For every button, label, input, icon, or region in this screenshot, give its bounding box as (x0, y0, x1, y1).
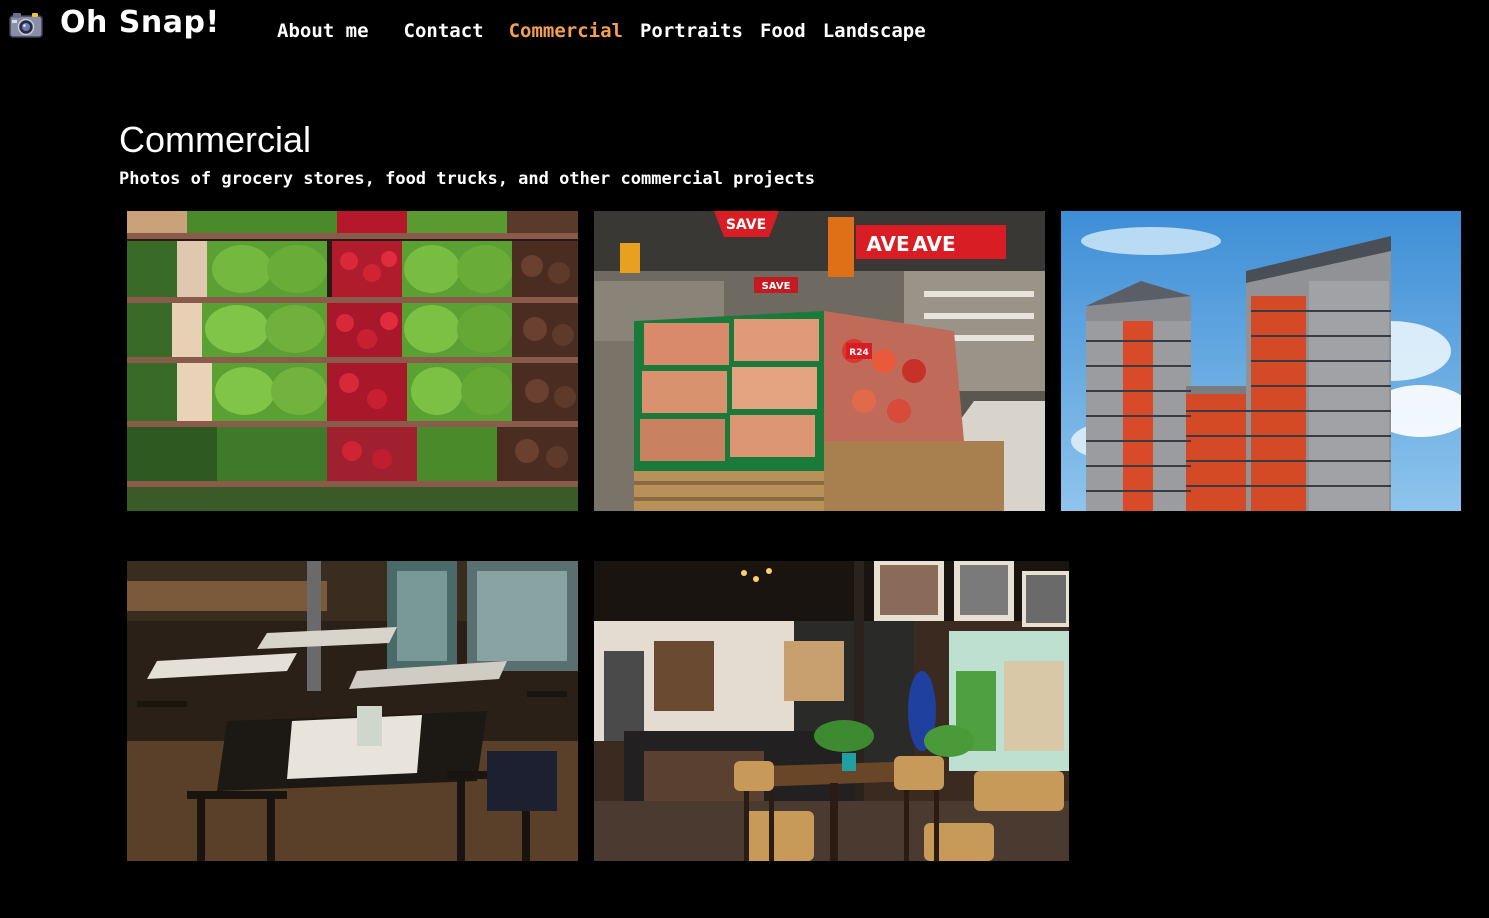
nav-portraits[interactable]: Portraits (640, 20, 743, 42)
brand-title: Oh Snap! (60, 4, 220, 40)
save-sign-top: SAVE (726, 217, 766, 233)
price-sign: R24 (849, 348, 868, 358)
save-sign-right-1: AVE (866, 232, 909, 256)
photo-restaurant-interior[interactable] (127, 561, 578, 861)
nav-landscape[interactable]: Landscape (823, 20, 926, 42)
main-nav: About me Contact Commercial Portraits Fo… (277, 20, 926, 42)
save-sign-small: SAVE (762, 281, 791, 292)
page: Oh Snap! About me Contact Commercial Por… (0, 0, 1489, 918)
photo-grocery-produce[interactable] (127, 211, 578, 511)
photo-apartment-building[interactable] (1061, 211, 1461, 511)
save-sign-right-2: AVE (912, 232, 955, 256)
page-subtitle: Photos of grocery stores, food trucks, a… (119, 169, 815, 189)
photo-grocery-fruit-aisle[interactable]: SAVE AVE AVE SAVE R24 (594, 211, 1045, 511)
photo-cafe-interior[interactable] (594, 561, 1069, 861)
nav-contact[interactable]: Contact (404, 20, 484, 42)
nav-about-me[interactable]: About me (277, 20, 369, 42)
camera-icon (9, 13, 43, 38)
nav-food[interactable]: Food (760, 20, 806, 42)
nav-commercial[interactable]: Commercial (509, 20, 623, 42)
page-title: Commercial (119, 119, 312, 160)
brand[interactable]: Oh Snap! (8, 4, 220, 40)
